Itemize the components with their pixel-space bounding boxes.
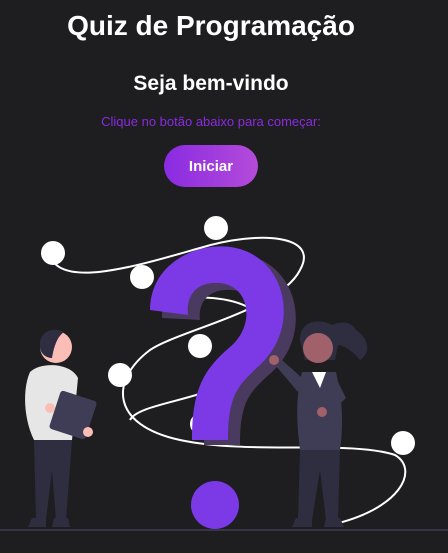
person-left bbox=[25, 329, 97, 527]
question-mark-dot bbox=[191, 481, 239, 529]
dot bbox=[204, 216, 228, 240]
dot bbox=[391, 431, 415, 455]
question-mark-illustration bbox=[0, 216, 448, 531]
dot bbox=[188, 334, 212, 358]
page-title: Quiz de Programação bbox=[67, 10, 355, 41]
instruction-text: Clique no botão abaixo para começar: bbox=[101, 114, 321, 129]
dot bbox=[130, 265, 154, 289]
start-button[interactable]: Iniciar bbox=[164, 145, 258, 187]
question-mark bbox=[150, 246, 284, 440]
dot bbox=[41, 241, 65, 265]
dot bbox=[108, 363, 132, 387]
welcome-heading: Seja bem-vindo bbox=[133, 72, 289, 95]
